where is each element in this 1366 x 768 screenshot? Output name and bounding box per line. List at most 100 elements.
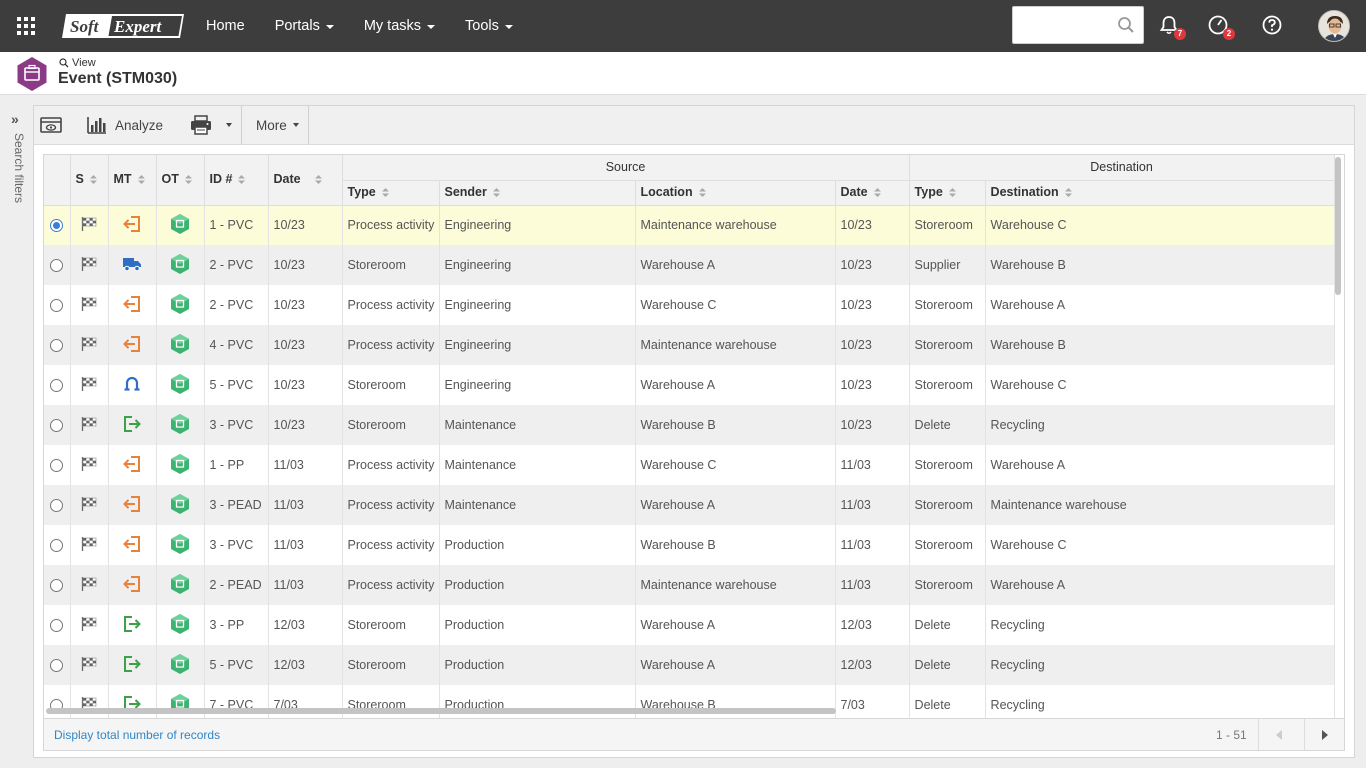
vertical-scrollbar[interactable] <box>1335 157 1341 295</box>
analyze-button[interactable]: Analyze <box>69 106 170 145</box>
entry-arrow-icon <box>123 535 141 556</box>
checkered-flag-icon <box>81 616 97 634</box>
date-cell: 10/23 <box>268 205 343 245</box>
table-row[interactable]: 4 - PVC 10/23 Process activity Engineering M… <box>44 325 1335 365</box>
radio-button[interactable] <box>50 219 64 233</box>
object-cube-icon <box>170 333 190 358</box>
row-select-radio[interactable] <box>44 205 71 245</box>
radio-button[interactable] <box>50 459 64 473</box>
view-label[interactable]: View <box>59 57 96 69</box>
more-button[interactable]: More <box>242 106 308 145</box>
radio-button[interactable] <box>50 499 64 513</box>
radio-button[interactable] <box>50 619 64 633</box>
tasks-gauge-button[interactable]: 2 <box>1207 14 1235 40</box>
row-select-radio[interactable] <box>44 645 71 685</box>
display-total-records-link[interactable]: Display total number of records <box>54 728 220 742</box>
table-row[interactable]: 2 - PVC 10/23 Storeroom Engineering Warehous… <box>44 245 1335 285</box>
movement-type-cell <box>108 605 157 645</box>
source-type-cell: Process activity <box>342 205 440 245</box>
status-cell <box>70 445 109 485</box>
toolbar-separator <box>307 105 309 145</box>
notifications-button[interactable]: 7 <box>1158 14 1186 40</box>
column-header-mt[interactable]: MT <box>108 155 157 206</box>
expand-filters-icon[interactable]: » <box>11 111 19 127</box>
entry-arrow-icon <box>123 455 141 476</box>
next-page-button[interactable] <box>1304 719 1344 750</box>
row-select-radio[interactable] <box>44 605 71 645</box>
table-row[interactable]: 2 - PVC 10/23 Process activity Engineering W… <box>44 285 1335 325</box>
table-row[interactable]: 5 - PVC 10/23 Storeroom Engineering Warehous… <box>44 365 1335 405</box>
column-header-destination-type[interactable]: Type <box>909 180 986 206</box>
row-select-radio[interactable] <box>44 405 71 445</box>
date-cell: 10/23 <box>268 365 343 405</box>
object-type-cell <box>156 245 205 285</box>
nav-home[interactable]: Home <box>206 18 245 34</box>
destination-cell: Recycling <box>985 405 1335 445</box>
radio-button[interactable] <box>50 339 64 353</box>
column-header-destination[interactable]: Destination <box>985 180 1335 206</box>
id-cell: 3 - PP <box>204 605 269 645</box>
nav-portals[interactable]: Portals <box>275 18 334 34</box>
horizontal-scrollbar[interactable] <box>46 708 836 714</box>
table-row[interactable]: 5 - PVC 12/03 Storeroom Production Warehouse… <box>44 645 1335 685</box>
previous-page-button[interactable] <box>1258 719 1298 750</box>
radio-button[interactable] <box>50 659 64 673</box>
row-select-radio[interactable] <box>44 245 71 285</box>
radio-button[interactable] <box>50 419 64 433</box>
row-select-radio[interactable] <box>44 445 71 485</box>
row-select-radio[interactable] <box>44 525 71 565</box>
table-row[interactable]: 3 - PVC 11/03 Process activity Production Wa… <box>44 525 1335 565</box>
search-icon[interactable] <box>1117 16 1135 37</box>
radio-button[interactable] <box>50 579 64 593</box>
row-select-radio[interactable] <box>44 285 71 325</box>
table-row[interactable]: 3 - PVC 10/23 Storeroom Maintenance Warehous… <box>44 405 1335 445</box>
top-bar: Soft Expert Home Portals My tasks Tools 7 2 <box>0 0 1366 52</box>
movement-type-cell <box>108 445 157 485</box>
radio-button[interactable] <box>50 259 64 273</box>
sender-cell: Engineering <box>439 325 636 365</box>
row-select-radio[interactable] <box>44 325 71 365</box>
radio-button[interactable] <box>50 299 64 313</box>
movement-type-cell <box>108 525 157 565</box>
column-header-source-type[interactable]: Type <box>342 180 440 206</box>
row-select-radio[interactable] <box>44 485 71 525</box>
table-row[interactable]: 1 - PP 11/03 Process activity Maintenance Wa… <box>44 445 1335 485</box>
movement-type-cell <box>108 485 157 525</box>
user-avatar[interactable] <box>1318 10 1350 42</box>
global-search[interactable] <box>1012 6 1144 44</box>
table-row[interactable]: 3 - PP 12/03 Storeroom Production Warehouse … <box>44 605 1335 645</box>
apps-menu-button[interactable] <box>0 0 52 52</box>
source-date-cell: 12/03 <box>835 645 910 685</box>
table-row[interactable]: 2 - PEAD 11/03 Process activity Production M… <box>44 565 1335 605</box>
column-header-id[interactable]: ID # <box>204 155 269 206</box>
nav-my-tasks[interactable]: My tasks <box>364 18 436 34</box>
radio-button[interactable] <box>50 379 64 393</box>
radio-button[interactable] <box>50 539 64 553</box>
column-header-source-date[interactable]: Date <box>835 180 910 206</box>
column-header-location[interactable]: Location <box>635 180 836 206</box>
search-filters-toggle[interactable]: Search filters <box>12 133 26 203</box>
column-header-sender[interactable]: Sender <box>439 180 636 206</box>
sender-cell: Production <box>439 605 636 645</box>
help-icon <box>1262 15 1282 35</box>
destination-cell: Warehouse C <box>985 525 1335 565</box>
row-select-radio[interactable] <box>44 365 71 405</box>
search-filters-panel: » Search filters <box>0 95 33 768</box>
table-row[interactable]: 1 - PVC 10/23 Process activity Engineering M… <box>44 205 1335 245</box>
id-cell: 2 - PEAD <box>204 565 269 605</box>
column-header-s[interactable]: S <box>70 155 109 206</box>
search-input[interactable] <box>1013 7 1113 43</box>
source-date-cell: 10/23 <box>835 205 910 245</box>
destination-cell: Warehouse B <box>985 325 1335 365</box>
view-record-button[interactable] <box>34 106 69 145</box>
source-type-cell: Process activity <box>342 285 440 325</box>
print-button[interactable] <box>170 106 239 145</box>
table-row[interactable]: 3 - PEAD 11/03 Process activity Maintenance… <box>44 485 1335 525</box>
column-header-ot[interactable]: OT <box>156 155 205 206</box>
row-select-radio[interactable] <box>44 565 71 605</box>
print-dropdown-caret[interactable] <box>226 123 233 127</box>
help-button[interactable] <box>1261 14 1285 38</box>
column-header-date[interactable]: Date <box>268 155 343 206</box>
brand-logo[interactable]: Soft Expert <box>62 11 188 41</box>
nav-tools[interactable]: Tools <box>465 18 513 34</box>
